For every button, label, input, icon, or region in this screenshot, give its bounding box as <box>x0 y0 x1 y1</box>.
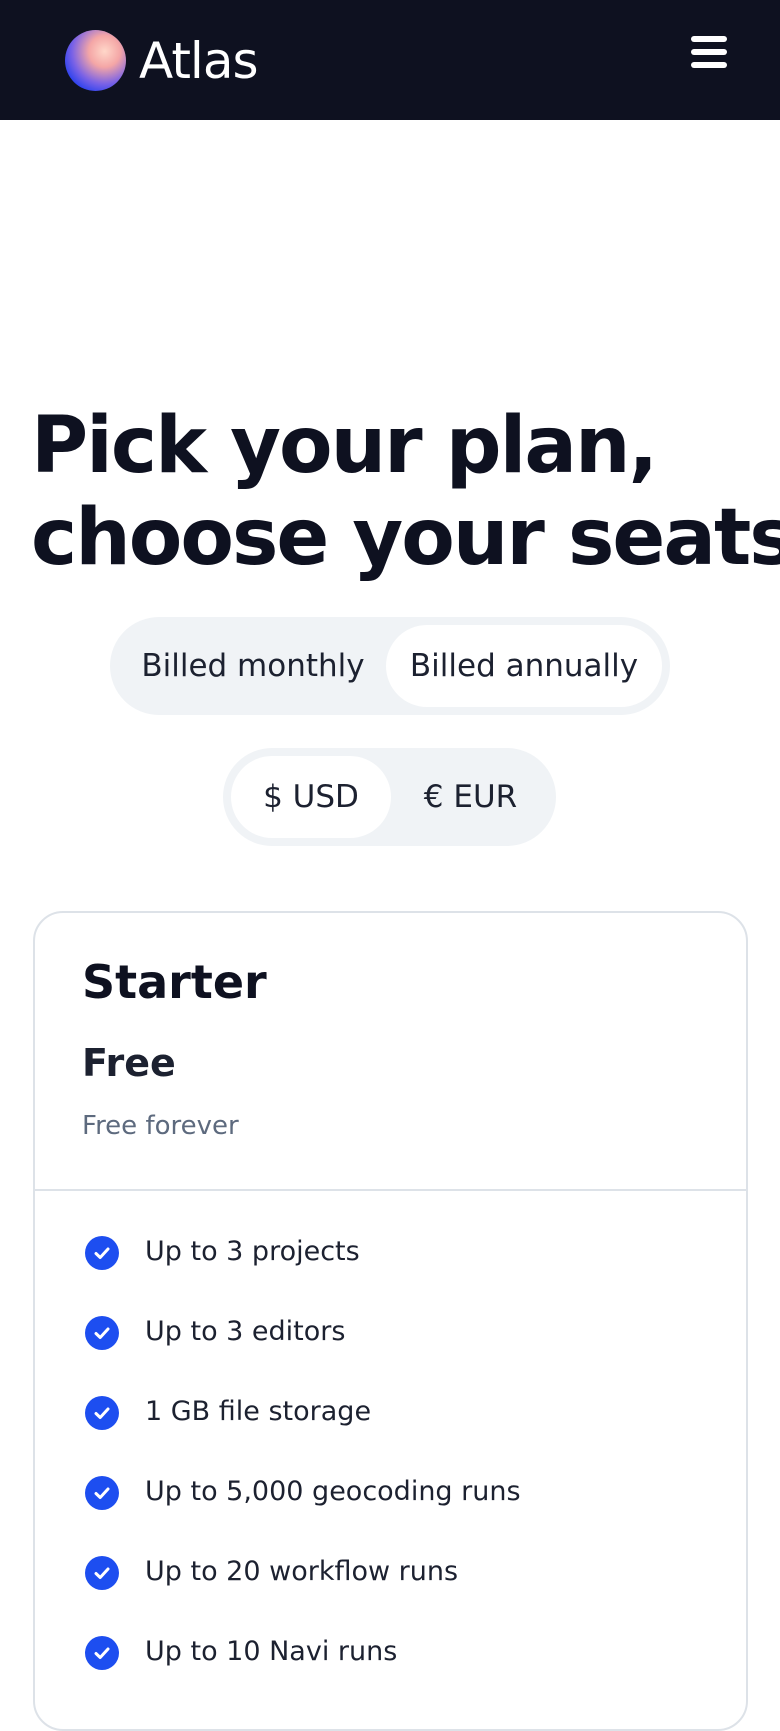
feature-item: Up to 3 editors <box>85 1313 521 1393</box>
brand-name[interactable]: Atlas <box>139 28 259 94</box>
page-title: Pick your plan, choose your seats <box>31 400 780 584</box>
plan-name: Starter <box>82 955 267 1009</box>
feature-label: Up to 10 Navi runs <box>145 1636 398 1667</box>
feature-item: 1 GB file storage <box>85 1393 521 1473</box>
atlas-logo-icon[interactable] <box>65 30 126 91</box>
check-circle-icon <box>85 1316 119 1350</box>
feature-list: Up to 3 projects Up to 3 editors 1 GB fi… <box>85 1233 521 1713</box>
feature-item: Up to 5,000 geocoding runs <box>85 1473 521 1553</box>
currency-toggle: $ USD € EUR <box>223 748 556 846</box>
feature-item: Up to 20 workflow runs <box>85 1553 521 1633</box>
check-circle-icon <box>85 1236 119 1270</box>
check-circle-icon <box>85 1396 119 1430</box>
feature-label: Up to 20 workflow runs <box>145 1556 459 1587</box>
check-circle-icon <box>85 1476 119 1510</box>
feature-label: Up to 3 editors <box>145 1316 346 1347</box>
plan-price: Free <box>82 1041 176 1085</box>
feature-label: Up to 3 projects <box>145 1236 360 1267</box>
check-circle-icon <box>85 1636 119 1670</box>
top-navigation-bar: Atlas <box>0 0 780 120</box>
starter-plan-card: Starter Free Free forever Up to 3 projec… <box>33 911 748 1731</box>
feature-label: 1 GB file storage <box>145 1396 372 1427</box>
card-divider <box>35 1189 746 1191</box>
hamburger-menu-icon[interactable] <box>684 30 734 74</box>
feature-item: Up to 3 projects <box>85 1233 521 1313</box>
check-circle-icon <box>85 1556 119 1590</box>
billed-monthly-option[interactable]: Billed monthly <box>118 625 388 707</box>
eur-currency-option[interactable]: € EUR <box>393 756 548 838</box>
page-title-line-2: choose your seats <box>31 493 780 583</box>
page-title-line-1: Pick your plan, <box>31 401 658 491</box>
billed-annually-option[interactable]: Billed annually <box>386 625 662 707</box>
usd-currency-option[interactable]: $ USD <box>231 756 391 838</box>
plan-price-subtitle: Free forever <box>82 1111 239 1141</box>
feature-label: Up to 5,000 geocoding runs <box>145 1476 521 1507</box>
billing-period-toggle: Billed monthly Billed annually <box>110 617 670 715</box>
feature-item: Up to 10 Navi runs <box>85 1633 521 1713</box>
